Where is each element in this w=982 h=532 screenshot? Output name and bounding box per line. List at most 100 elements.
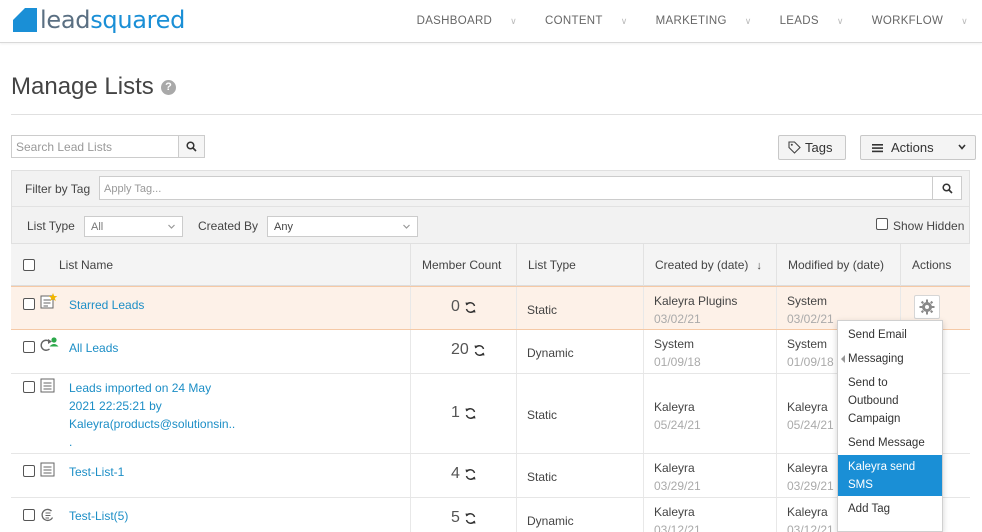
- static-list-icon: [40, 378, 56, 397]
- chevron-down-icon: [168, 224, 175, 229]
- hamburger-icon: [872, 143, 883, 152]
- actions-button[interactable]: Actions: [860, 135, 976, 160]
- col-modified-by[interactable]: Modified by (date): [776, 244, 900, 286]
- search-icon: [186, 141, 197, 152]
- panel-divider: [12, 206, 969, 207]
- member-count: 20: [451, 341, 486, 359]
- show-hidden-label: Show Hidden: [893, 219, 965, 233]
- gear-icon: [919, 299, 935, 315]
- search-button[interactable]: [178, 136, 204, 157]
- member-count: 5: [451, 509, 477, 527]
- row-actions-button[interactable]: [914, 295, 940, 319]
- table-header: List Name Member Count List Type Created…: [11, 244, 970, 286]
- menu-item-send-message[interactable]: Send Message: [838, 434, 942, 452]
- search-box: [11, 135, 205, 158]
- cell-divider: [643, 454, 644, 497]
- help-icon[interactable]: ?: [161, 80, 176, 95]
- list-type-value: Static: [527, 303, 558, 317]
- nav-marketing[interactable]: MARKETING ∨: [642, 0, 766, 42]
- col-list-name[interactable]: List Name: [48, 244, 410, 286]
- created-by-select[interactable]: Any: [267, 216, 418, 237]
- cell-divider: [410, 454, 411, 497]
- list-name-link[interactable]: Leads imported on 24 May 2021 22:25:21 b…: [69, 379, 235, 451]
- list-name-link[interactable]: All Leads: [69, 339, 118, 357]
- cell-divider: [776, 287, 777, 329]
- cell-divider: [776, 374, 777, 453]
- menu-item-kaleyra-send-sms[interactable]: Kaleyra send SMS: [838, 455, 942, 496]
- sort-desc-icon: ↓: [756, 260, 762, 272]
- list-name-link[interactable]: Test-List-1: [69, 463, 124, 481]
- modified-by-cell: Kaleyra 05/24/21: [787, 400, 834, 432]
- show-hidden-checkbox[interactable]: [876, 218, 888, 230]
- row-checkbox[interactable]: [23, 298, 35, 310]
- table-row[interactable]: Test-List-1 4 Static Kaleyra 03/29/21 Kal…: [11, 454, 970, 498]
- menu-item-send-email[interactable]: Send Email: [838, 326, 942, 344]
- cell-divider: [776, 454, 777, 497]
- search-icon: [941, 182, 953, 194]
- col-member-count[interactable]: Member Count: [410, 244, 516, 286]
- row-actions-menu: Send Email Messaging Send to Outbound Ca…: [837, 320, 943, 532]
- row-checkbox[interactable]: [23, 509, 35, 521]
- chevron-down-icon: ∨: [510, 15, 518, 26]
- tag-icon: [788, 141, 801, 154]
- menu-item-add-tag[interactable]: Add Tag: [838, 500, 942, 518]
- col-created-by[interactable]: Created by (date) ↓: [643, 244, 776, 286]
- refresh-icon[interactable]: [473, 344, 486, 357]
- cell-divider: [643, 498, 644, 532]
- table-row[interactable]: Test-List(5) 5 Dynamic Kaleyra 03/12/21 K…: [11, 498, 970, 532]
- list-type-select[interactable]: All: [84, 216, 183, 237]
- row-checkbox[interactable]: [23, 465, 35, 477]
- col-actions: Actions: [900, 244, 970, 286]
- cell-divider: [410, 374, 411, 453]
- menu-item-messaging[interactable]: Messaging: [838, 350, 942, 368]
- member-count: 0: [451, 298, 477, 316]
- modified-by-cell: System 01/09/18: [787, 337, 834, 369]
- nav-dashboard[interactable]: DASHBOARD ∨: [403, 0, 531, 42]
- cell-divider: [643, 374, 644, 453]
- refresh-icon[interactable]: [464, 301, 477, 314]
- row-checkbox[interactable]: [23, 381, 35, 393]
- nav-leads[interactable]: LEADS ∨: [766, 0, 858, 42]
- filter-panel: Filter by Tag Apply Tag... List Type All…: [11, 170, 970, 244]
- row-checkbox[interactable]: [23, 341, 35, 353]
- page-title: Manage Lists: [11, 73, 154, 100]
- cell-divider: [776, 498, 777, 532]
- cell-divider: [410, 287, 411, 329]
- refresh-icon[interactable]: [464, 512, 477, 525]
- leadsquared-logo[interactable]: leadsquared: [13, 8, 185, 32]
- list-name-link[interactable]: Test-List(5): [69, 507, 128, 525]
- tags-button[interactable]: Tags: [778, 135, 846, 160]
- top-navbar: leadsquared DASHBOARD ∨ CONTENT ∨ MARKETIN…: [0, 0, 982, 43]
- logo-mark-icon: [13, 8, 37, 32]
- chevron-down-icon: [958, 144, 966, 150]
- cell-divider: [410, 330, 411, 373]
- select-all-checkbox[interactable]: [23, 259, 35, 271]
- dynamic-list-user-icon: [40, 336, 60, 357]
- chevron-down-icon: [403, 224, 410, 229]
- cell-divider: [516, 454, 517, 497]
- logo-text: leadsquared: [40, 6, 186, 34]
- col-list-type[interactable]: List Type: [516, 244, 643, 286]
- refresh-icon[interactable]: [464, 468, 477, 481]
- cell-divider: [643, 330, 644, 373]
- tag-filter-input[interactable]: Apply Tag...: [99, 176, 933, 200]
- modified-by-cell: System 03/02/21: [787, 294, 834, 326]
- table-row[interactable]: All Leads 20 Dynamic System 01/09/18 Syst…: [11, 330, 970, 374]
- member-count: 4: [451, 465, 477, 483]
- list-type-value: Dynamic: [527, 514, 574, 528]
- table-row[interactable]: Leads imported on 24 May 2021 22:25:21 b…: [11, 374, 970, 454]
- refresh-icon[interactable]: [464, 407, 477, 420]
- member-count: 1: [451, 404, 477, 422]
- menu-item-send-to-outbound-campaign[interactable]: Send to Outbound Campaign: [838, 374, 942, 428]
- tag-search-button[interactable]: [933, 176, 962, 200]
- created-by-label: Created By: [198, 219, 259, 233]
- table-row[interactable]: Starred Leads 0 Static Kaleyra Plugins 03…: [11, 286, 970, 330]
- search-input[interactable]: [12, 136, 179, 157]
- list-name-link[interactable]: Starred Leads: [69, 296, 144, 314]
- nav-content[interactable]: CONTENT ∨: [531, 0, 642, 42]
- list-type-value: Dynamic: [527, 346, 574, 360]
- created-by-cell: Kaleyra 05/24/21: [654, 400, 701, 432]
- chevron-down-icon: ∨: [620, 15, 628, 26]
- nav-workflow[interactable]: WORKFLOW ∨: [858, 0, 982, 42]
- list-type-value: Static: [527, 470, 558, 484]
